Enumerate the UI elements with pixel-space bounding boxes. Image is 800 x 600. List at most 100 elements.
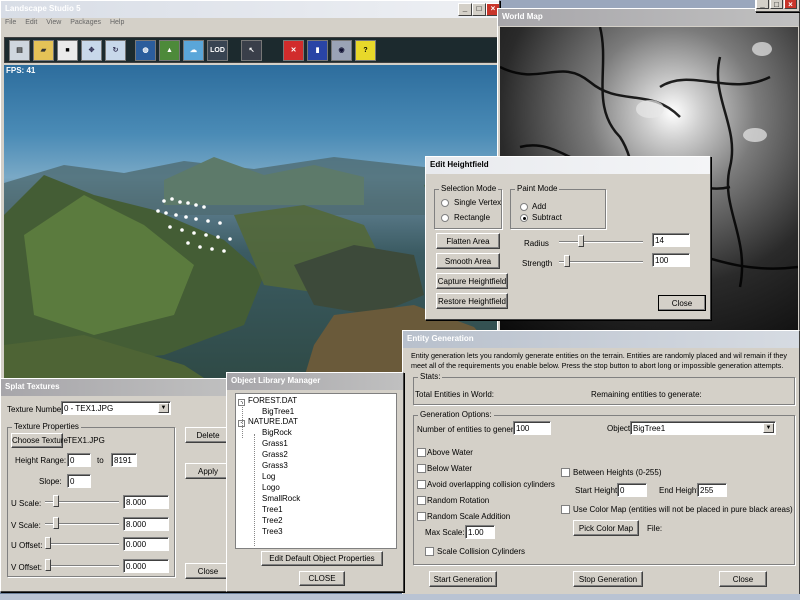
radius-input[interactable]: 14 bbox=[652, 233, 690, 247]
strength-input[interactable]: 100 bbox=[652, 253, 690, 267]
v-offset-input[interactable]: 0.000 bbox=[123, 559, 169, 573]
tree-item-log[interactable]: Log bbox=[262, 472, 275, 481]
entity-close-button[interactable]: Close bbox=[719, 571, 767, 587]
pick-color-map-button[interactable]: Pick Color Map bbox=[573, 520, 639, 536]
height-to-input[interactable]: 8191 bbox=[111, 453, 137, 467]
menu-help[interactable]: Help bbox=[110, 19, 124, 26]
object-select[interactable]: BigTree1 ▼ bbox=[630, 421, 776, 435]
u-offset-input[interactable]: 0.000 bbox=[123, 537, 169, 551]
u-scale-input[interactable]: 8.000 bbox=[123, 495, 169, 509]
slope-label: Slope: bbox=[39, 477, 62, 486]
v-scale-slider-thumb[interactable] bbox=[53, 517, 59, 529]
height-from-input[interactable]: 0 bbox=[67, 453, 91, 467]
terrain-icon[interactable]: ▲ bbox=[159, 40, 180, 61]
tree-item-tree2[interactable]: Tree2 bbox=[262, 516, 283, 525]
u-offset-slider-track bbox=[45, 543, 119, 545]
cursor-icon[interactable]: ↖ bbox=[241, 40, 262, 61]
open-icon[interactable]: ▰ bbox=[33, 40, 54, 61]
num-entities-input[interactable]: 100 bbox=[513, 421, 551, 435]
single-vertex-radio[interactable] bbox=[441, 199, 449, 207]
capture-heightfield-button[interactable]: Capture Heightfield bbox=[436, 273, 508, 289]
tree-item-tree1[interactable]: Tree1 bbox=[262, 505, 283, 514]
tree-item-forest[interactable]: - FOREST.DAT bbox=[238, 396, 297, 406]
chevron-down-icon[interactable]: ▼ bbox=[158, 403, 169, 413]
texture-file-label: TEX1.JPG bbox=[67, 436, 105, 445]
world-map-title: World Map bbox=[502, 12, 543, 21]
texture-number-select[interactable]: 0 - TEX1.JPG ▼ bbox=[61, 401, 171, 415]
stop-icon[interactable]: ✕ bbox=[283, 40, 304, 61]
bg-maximize-icon[interactable]: □ bbox=[770, 0, 783, 9]
bg-close-icon[interactable]: × bbox=[784, 0, 797, 9]
rotate-icon[interactable]: ↻ bbox=[105, 40, 126, 61]
collapse-icon[interactable]: - bbox=[238, 399, 245, 406]
strength-slider-thumb[interactable] bbox=[564, 255, 570, 267]
flatten-area-button[interactable]: Flatten Area bbox=[436, 233, 500, 249]
total-entities-label: Total Entities in World: bbox=[415, 390, 494, 399]
random-scale-checkbox[interactable] bbox=[417, 512, 426, 521]
u-offset-slider-thumb[interactable] bbox=[45, 537, 51, 549]
restore-heightfield-button[interactable]: Restore Heightfield bbox=[436, 293, 508, 309]
tree-item-bigtree1[interactable]: BigTree1 bbox=[262, 407, 294, 416]
delete-button[interactable]: Delete bbox=[185, 427, 231, 443]
radius-label: Radius bbox=[524, 239, 549, 248]
tree-item-smallrock[interactable]: SmallRock bbox=[262, 494, 300, 503]
edit-default-properties-button[interactable]: Edit Default Object Properties bbox=[261, 551, 383, 566]
above-water-checkbox[interactable] bbox=[417, 448, 426, 457]
subtract-radio[interactable] bbox=[520, 214, 528, 222]
new-icon[interactable]: ▤ bbox=[9, 40, 30, 61]
start-height-input[interactable]: 0 bbox=[617, 483, 647, 497]
rectangle-label: Rectangle bbox=[454, 213, 491, 222]
apply-button[interactable]: Apply bbox=[185, 463, 231, 479]
edit-heightfield-close-button[interactable]: Close bbox=[658, 295, 706, 311]
chevron-down-icon[interactable]: ▼ bbox=[763, 423, 774, 433]
save-icon[interactable]: ■ bbox=[57, 40, 78, 61]
avoid-collision-checkbox[interactable] bbox=[417, 480, 426, 489]
sky-icon[interactable]: ☁ bbox=[183, 40, 204, 61]
lod-button[interactable]: LOD bbox=[207, 40, 228, 61]
globe-icon[interactable]: ◍ bbox=[135, 40, 156, 61]
book-icon[interactable]: ▮ bbox=[307, 40, 328, 61]
object-library-close-button[interactable]: CLOSE bbox=[299, 571, 345, 586]
tree-item-nature[interactable]: - NATURE.DAT bbox=[238, 417, 298, 427]
stop-generation-button[interactable]: Stop Generation bbox=[573, 571, 643, 587]
texture-number-value: 0 - TEX1.JPG bbox=[64, 404, 114, 413]
v-offset-slider-thumb[interactable] bbox=[45, 559, 51, 571]
tree-item-bigrock[interactable]: BigRock bbox=[262, 428, 292, 437]
avoid-collision-label: Avoid overlapping collision cylinders bbox=[427, 480, 555, 489]
between-heights-checkbox[interactable] bbox=[561, 468, 570, 477]
generation-options-label: Generation Options: bbox=[418, 410, 494, 419]
object-tree[interactable]: - FOREST.DAT BigTree1 - NATURE.DAT BigRock… bbox=[235, 393, 397, 549]
choose-texture-button[interactable]: Choose Texture bbox=[11, 433, 68, 448]
smooth-area-button[interactable]: Smooth Area bbox=[436, 253, 500, 269]
random-rotation-checkbox[interactable] bbox=[417, 496, 426, 505]
below-water-checkbox[interactable] bbox=[417, 464, 426, 473]
menu-view[interactable]: View bbox=[46, 19, 61, 26]
u-scale-slider-thumb[interactable] bbox=[53, 495, 59, 507]
tree-item-tree3[interactable]: Tree3 bbox=[262, 527, 283, 536]
help-icon[interactable]: ? bbox=[355, 40, 376, 61]
radius-slider-thumb[interactable] bbox=[578, 235, 584, 247]
menu-edit[interactable]: Edit bbox=[25, 19, 37, 26]
eye-icon[interactable]: ◉ bbox=[331, 40, 352, 61]
end-height-input[interactable]: 255 bbox=[697, 483, 727, 497]
scale-collision-checkbox[interactable] bbox=[425, 547, 434, 556]
v-scale-input[interactable]: 8.000 bbox=[123, 517, 169, 531]
max-scale-input[interactable]: 1.00 bbox=[465, 525, 495, 539]
move-icon[interactable]: ✥ bbox=[81, 40, 102, 61]
collapse-icon[interactable]: - bbox=[238, 420, 245, 427]
menu-packages[interactable]: Packages bbox=[70, 19, 101, 26]
start-generation-button[interactable]: Start Generation bbox=[429, 571, 497, 587]
rectangle-radio[interactable] bbox=[441, 214, 449, 222]
tree-item-grass3[interactable]: Grass3 bbox=[262, 461, 288, 470]
add-radio[interactable] bbox=[520, 203, 528, 211]
tree-item-grass2[interactable]: Grass2 bbox=[262, 450, 288, 459]
tree-item-grass1[interactable]: Grass1 bbox=[262, 439, 288, 448]
use-color-map-checkbox[interactable] bbox=[561, 505, 570, 514]
maximize-icon[interactable]: □ bbox=[472, 3, 486, 16]
slope-input[interactable]: 0 bbox=[67, 474, 91, 488]
minimize-icon[interactable]: _ bbox=[458, 3, 472, 16]
bg-minimize-icon[interactable]: _ bbox=[756, 0, 769, 9]
menu-file[interactable]: File bbox=[5, 19, 16, 26]
tree-item-logo[interactable]: Logo bbox=[262, 483, 280, 492]
splat-close-button[interactable]: Close bbox=[185, 563, 231, 579]
